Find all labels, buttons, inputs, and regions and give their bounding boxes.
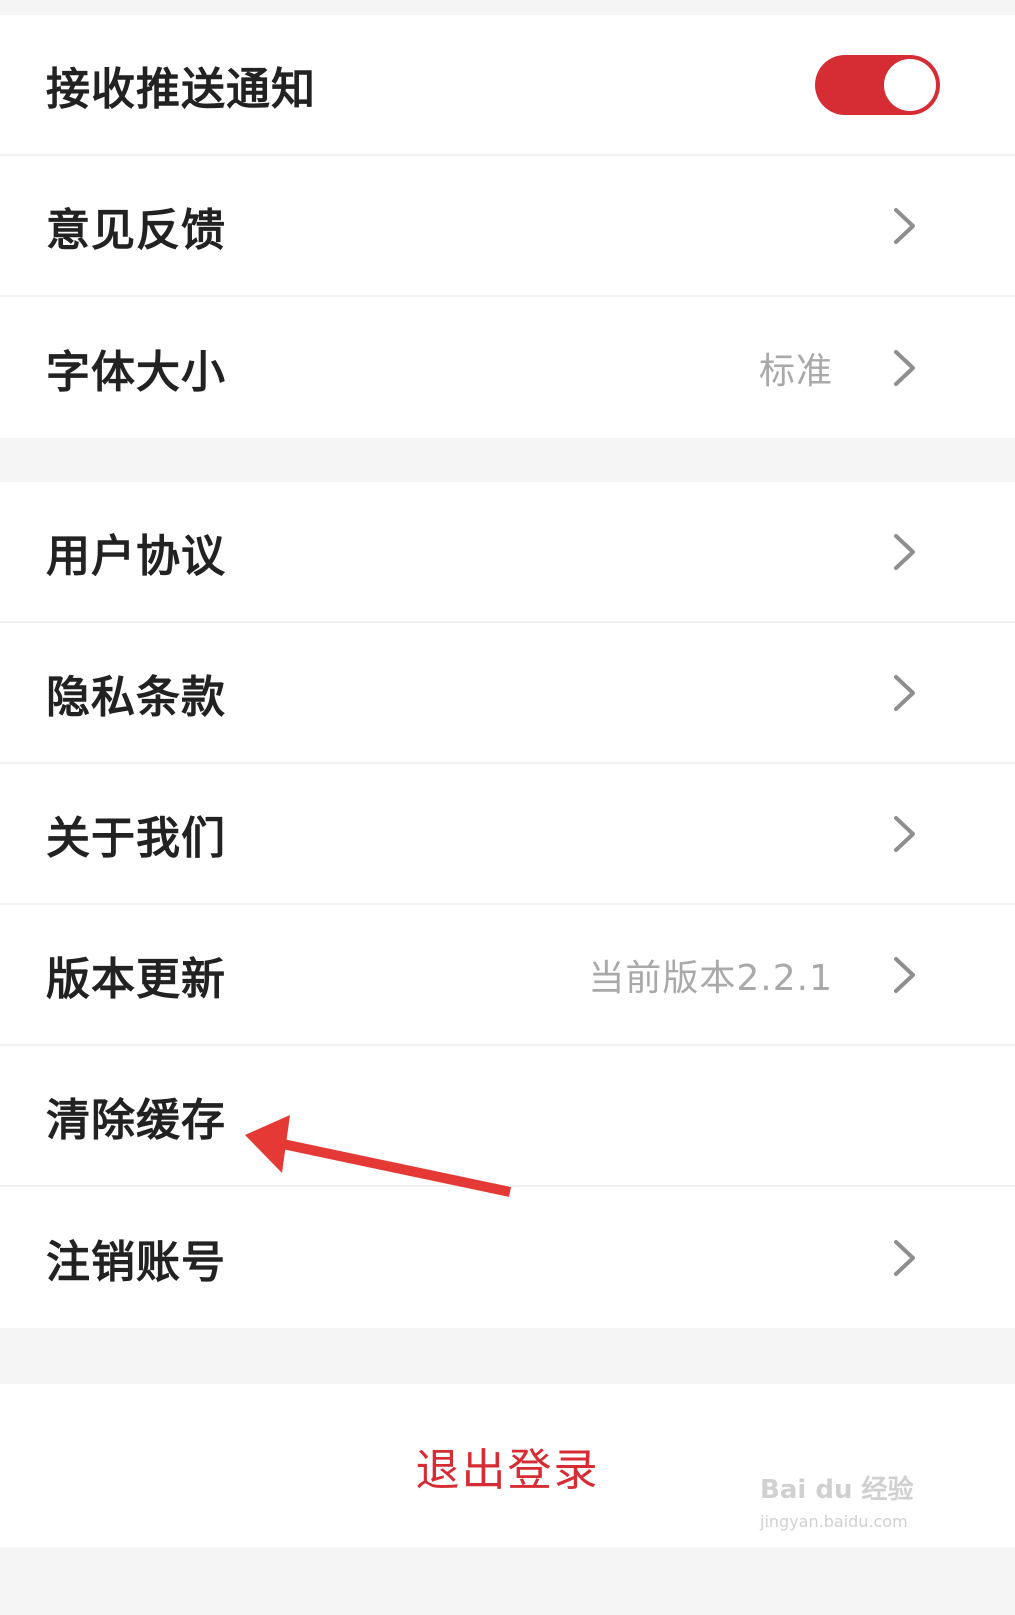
clear-cache-row[interactable]: 清除缓存 — [0, 1046, 1015, 1187]
font-size-label: 字体大小 — [46, 346, 226, 398]
chevron-right-icon — [892, 532, 918, 572]
section-gap — [0, 438, 1015, 482]
push-notification-row[interactable]: 接收推送通知 — [0, 15, 1015, 156]
user-agreement-row[interactable]: 用户协议 — [0, 482, 1015, 623]
settings-group-1: 接收推送通知 意见反馈 字体大小 标准 — [0, 15, 1015, 438]
chevron-right-icon — [892, 955, 918, 995]
font-size-row[interactable]: 字体大小 标准 — [0, 297, 1015, 438]
toggle-knob — [884, 58, 936, 111]
logout-label: 退出登录 — [415, 1444, 600, 1496]
privacy-policy-label: 隐私条款 — [46, 671, 226, 723]
settings-group-2: 用户协议 隐私条款 关于我们 版本更新 当前版本2.2.1 清除缓存 注销账号 — [0, 482, 1015, 1328]
chevron-right-icon — [892, 206, 918, 246]
clear-cache-label: 清除缓存 — [46, 1094, 226, 1146]
push-notification-toggle[interactable] — [815, 54, 940, 115]
delete-account-label: 注销账号 — [46, 1236, 226, 1288]
watermark-url: jingyan.baidu.com — [760, 1512, 908, 1532]
delete-account-row[interactable]: 注销账号 — [0, 1187, 1015, 1328]
feedback-label: 意见反馈 — [46, 204, 226, 256]
chevron-right-icon — [892, 814, 918, 854]
version-update-label: 版本更新 — [46, 953, 226, 1005]
watermark-brand: Bai du 经验 — [760, 1475, 914, 1505]
privacy-policy-row[interactable]: 隐私条款 — [0, 623, 1015, 764]
section-gap — [0, 1328, 1015, 1384]
baidu-watermark: Bai du 经验 jingyan.baidu.com — [760, 1475, 914, 1531]
font-size-value: 标准 — [758, 350, 833, 392]
about-us-label: 关于我们 — [46, 812, 226, 864]
push-notification-label: 接收推送通知 — [46, 63, 316, 115]
current-version-value: 当前版本2.2.1 — [588, 957, 833, 999]
feedback-row[interactable]: 意见反馈 — [0, 156, 1015, 297]
user-agreement-label: 用户协议 — [46, 530, 226, 582]
chevron-right-icon — [892, 348, 918, 388]
about-us-row[interactable]: 关于我们 — [0, 764, 1015, 905]
chevron-right-icon — [892, 1238, 918, 1278]
chevron-right-icon — [892, 673, 918, 713]
version-update-row[interactable]: 版本更新 当前版本2.2.1 — [0, 905, 1015, 1046]
